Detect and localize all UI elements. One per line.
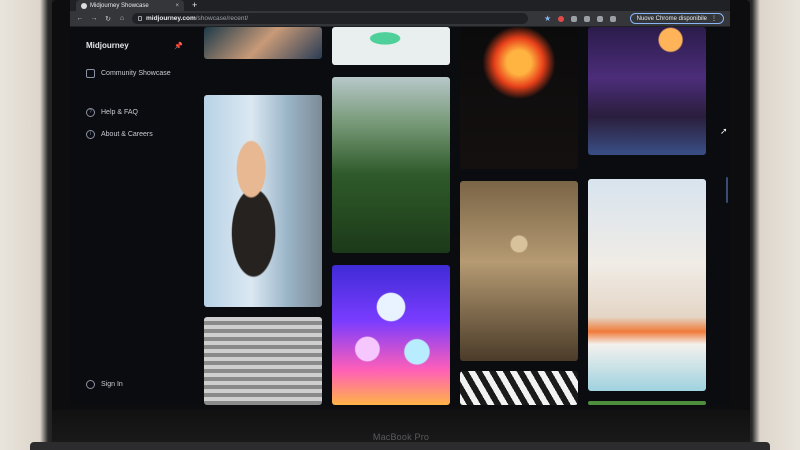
url-text: midjourney.com/showcase/recent/	[146, 15, 248, 22]
address-bar[interactable]: midjourney.com/showcase/recent/	[132, 13, 528, 24]
brand-logo[interactable]: Midjourney	[86, 41, 129, 50]
device-label: MacBook Pro	[372, 432, 430, 442]
menu-icon[interactable]: ⋮	[711, 15, 717, 22]
gallery-image-woman-by-window[interactable]	[204, 95, 322, 307]
favicon-icon	[81, 2, 87, 9]
gallery-image-misty-city-walkers[interactable]	[460, 181, 578, 361]
showcase-icon	[86, 69, 95, 78]
help-icon: ?	[86, 108, 95, 117]
sidebar-item-community-showcase[interactable]: Community Showcase	[86, 69, 171, 78]
extension-icon[interactable]	[571, 15, 578, 22]
new-tab-button[interactable]: +	[192, 0, 197, 11]
desk-edge	[30, 442, 770, 450]
gallery-image-modern-house-collage[interactable]	[588, 179, 706, 391]
url-host: midjourney.com	[146, 15, 196, 22]
screen: Midjourney Showcase × + ← → ↻ ⌂ midjourn…	[70, 0, 730, 406]
browser-toolbar: ← → ↻ ⌂ midjourney.com/showcase/recent/ …	[70, 11, 730, 27]
extension-red-icon[interactable]	[558, 15, 565, 22]
forward-icon[interactable]: →	[90, 15, 98, 22]
pin-icon[interactable]: 📌	[174, 42, 183, 50]
update-label: Nuove Chrome disponibile	[636, 15, 707, 22]
chrome-update-button[interactable]: Nuove Chrome disponibile ⋮	[629, 13, 724, 24]
gallery-image-green-strip[interactable]	[588, 401, 706, 405]
sidebar-item-sign-in[interactable]: Sign In	[86, 380, 123, 389]
profile-icon[interactable]	[610, 15, 617, 22]
gallery-image-white-wave-pattern[interactable]	[460, 371, 578, 405]
tab-title: Midjourney Showcase	[90, 2, 149, 9]
gallery-image-haunted-house[interactable]	[588, 27, 706, 155]
gallery-image-fire-rose[interactable]	[460, 27, 578, 169]
gallery-image-neon-ghosts[interactable]	[332, 265, 450, 405]
sidebar-item-about[interactable]: i About & Careers	[86, 130, 153, 139]
sidebar-item-label: About & Careers	[101, 131, 153, 138]
extension-icons: ★	[544, 14, 617, 23]
gallery-image-vintage-crowd-flag[interactable]	[204, 317, 322, 405]
puzzle-icon[interactable]	[584, 15, 591, 22]
url-path: /showcase/recent/	[195, 15, 249, 22]
gallery-image-green-jelly-objects[interactable]	[332, 27, 450, 65]
scrollbar[interactable]	[726, 177, 728, 203]
reload-icon[interactable]: ↻	[104, 15, 112, 23]
sidebar-item-label: Help & FAQ	[101, 109, 138, 116]
bookmark-star-icon[interactable]: ★	[544, 14, 551, 23]
info-icon: i	[86, 130, 95, 139]
sidebar: Midjourney 📌 Community Showcase ? Help &…	[70, 27, 194, 406]
sidebar-item-label: Sign In	[101, 381, 123, 388]
sidebar-item-help[interactable]: ? Help & FAQ	[86, 108, 138, 117]
home-icon[interactable]: ⌂	[118, 15, 126, 22]
sidepanel-icon[interactable]	[597, 15, 604, 22]
browser-tab[interactable]: Midjourney Showcase ×	[76, 0, 184, 11]
back-icon[interactable]: ←	[76, 15, 84, 22]
page: Midjourney 📌 Community Showcase ? Help &…	[70, 27, 730, 406]
close-icon[interactable]: ×	[175, 3, 179, 9]
mouse-cursor-icon: ➚	[720, 126, 728, 136]
gallery-image-portrait-cropped[interactable]	[204, 27, 322, 59]
showcase-gallery: ↑	[194, 27, 730, 406]
gallery-image-jungle-landscape[interactable]	[332, 77, 450, 253]
lock-icon	[138, 16, 142, 21]
sidebar-item-label: Community Showcase	[101, 70, 171, 77]
tab-bar: Midjourney Showcase × +	[70, 0, 730, 11]
user-icon	[86, 380, 95, 389]
